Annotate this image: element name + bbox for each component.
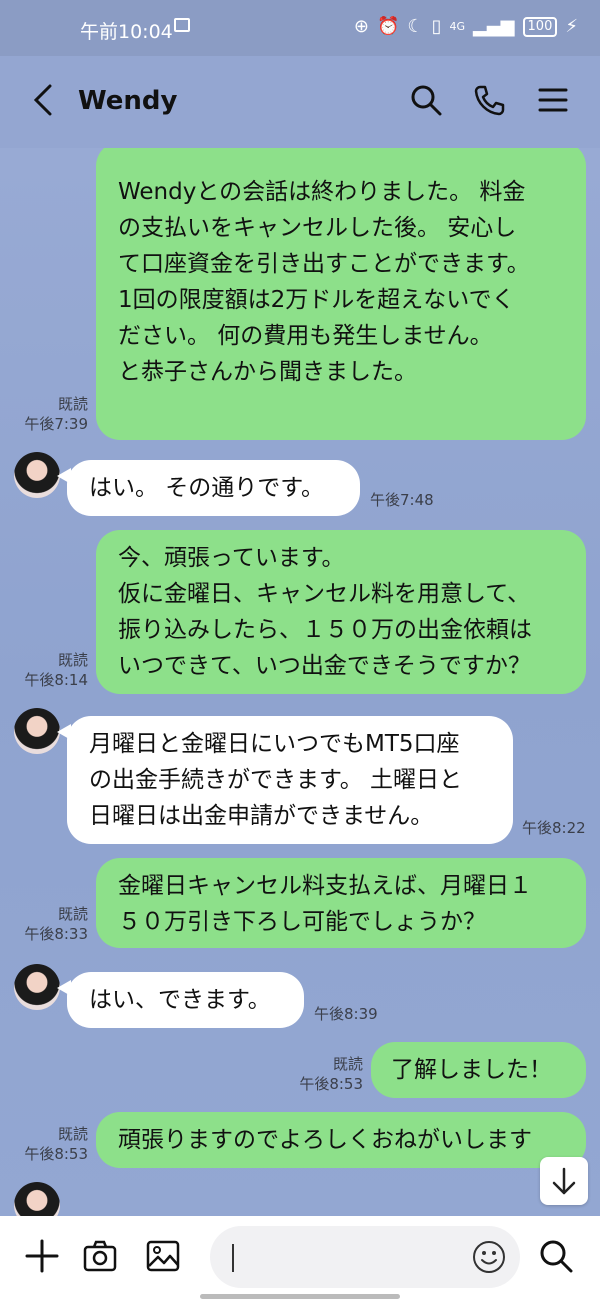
search-icon[interactable]	[410, 84, 442, 116]
read-receipt: 既読	[57, 651, 88, 669]
image-icon[interactable]	[145, 1238, 181, 1274]
alarm-icon: ⏰	[377, 16, 400, 37]
search-icon[interactable]	[538, 1238, 574, 1274]
input-bar	[0, 1216, 600, 1300]
signal-icon: ▂▄▆	[473, 16, 515, 37]
status-time: 午前10:04	[80, 21, 173, 43]
message-text: はい、できます。	[89, 987, 271, 1013]
back-icon[interactable]	[30, 84, 56, 116]
message-meta: 既読 午後8:53	[299, 1054, 363, 1094]
chat-area[interactable]: Wendyとの会話は終わりました。 料金 の支払いをキャンセルした後。 安心し …	[0, 148, 600, 1216]
message-time: 午後8:53	[24, 1145, 88, 1163]
add-circle-icon: ⊕	[353, 16, 369, 37]
read-receipt: 既読	[332, 1055, 363, 1073]
message-text: Wendyとの会話は終わりました。 料金 の支払いをキャンセルした後。 安心し …	[118, 179, 530, 385]
scroll-to-bottom-button[interactable]	[540, 1157, 588, 1205]
message-time: 午後8:39	[314, 1005, 378, 1023]
read-receipt: 既読	[57, 395, 88, 413]
emoji-icon[interactable]	[472, 1240, 506, 1274]
home-indicator[interactable]	[200, 1294, 400, 1299]
received-message[interactable]: はい。 その通りです。	[57, 460, 360, 516]
message-time: 午後8:14	[24, 671, 88, 689]
sent-message[interactable]: 今、頑張っています。 仮に金曜日、キャンセル料を用意して、 振り込みしたら、１５…	[96, 530, 586, 694]
network-label: 4G	[449, 20, 465, 33]
message-meta: 既読 午後8:33	[24, 904, 88, 944]
message-meta: 既読 午後8:53	[24, 1124, 88, 1164]
message-time: 午後8:22	[522, 819, 586, 837]
message-time: 午後8:53	[299, 1075, 363, 1093]
camera-icon[interactable]	[82, 1238, 118, 1274]
arrow-down-icon	[552, 1167, 576, 1195]
message-meta: 既読 午後8:14	[24, 650, 88, 690]
received-message[interactable]: はい、できます。	[57, 972, 304, 1028]
sent-message[interactable]: 頑張りますのでよろしくおねがいします	[96, 1112, 586, 1168]
image-notification-icon	[174, 18, 190, 32]
message-input[interactable]	[210, 1226, 520, 1288]
avatar[interactable]	[14, 1182, 60, 1216]
menu-icon[interactable]	[537, 84, 569, 116]
message-text: 今、頑張っています。 仮に金曜日、キャンセル料を用意して、 振り込みしたら、１５…	[118, 545, 532, 679]
moon-icon: ☾	[407, 16, 424, 37]
message-meta: 既読 午後7:39	[24, 394, 88, 434]
status-bar: 午前10:04 ⊕ ⏰ ☾ ▯ 4G ▂▄▆ 100 ⚡	[0, 0, 600, 56]
contact-name: Wendy	[78, 86, 178, 116]
avatar[interactable]	[14, 708, 60, 754]
plus-icon[interactable]	[24, 1238, 60, 1274]
avatar[interactable]	[14, 964, 60, 1010]
sent-message[interactable]: 了解しました！	[371, 1042, 586, 1098]
read-receipt: 既読	[57, 1125, 88, 1143]
message-time: 午後7:48	[370, 491, 434, 509]
vibrate-icon: ▯	[431, 16, 442, 37]
message-text: 了解しました！	[391, 1057, 552, 1083]
read-receipt: 既読	[57, 905, 88, 923]
text-cursor	[232, 1244, 234, 1272]
charging-icon: ⚡	[565, 16, 578, 37]
message-text: 月曜日と金曜日にいつでもMT5口座 の出金手続きができます。 土曜日と 日曜日は…	[89, 731, 463, 829]
message-time: 午後8:33	[24, 925, 88, 943]
sent-message[interactable]: 金曜日キャンセル料支払えば、月曜日１ ５０万引き下ろし可能でしょうか？	[96, 858, 586, 948]
sent-message[interactable]: Wendyとの会話は終わりました。 料金 の支払いをキャンセルした後。 安心し …	[96, 148, 586, 440]
received-message[interactable]: 月曜日と金曜日にいつでもMT5口座 の出金手続きができます。 土曜日と 日曜日は…	[57, 716, 513, 844]
chat-header: Wendy	[0, 56, 600, 148]
message-text: 金曜日キャンセル料支払えば、月曜日１ ５０万引き下ろし可能でしょうか？	[118, 873, 532, 935]
message-text: 頑張りますのでよろしくおねがいします	[118, 1127, 532, 1153]
status-icons: ⊕ ⏰ ☾ ▯ 4G ▂▄▆ 100 ⚡	[354, 16, 578, 37]
battery-icon: 100	[522, 16, 558, 37]
message-text: はい。 その通りです。	[89, 475, 325, 501]
phone-icon[interactable]	[473, 84, 505, 116]
avatar[interactable]	[14, 452, 60, 498]
message-time: 午後7:39	[24, 415, 88, 433]
